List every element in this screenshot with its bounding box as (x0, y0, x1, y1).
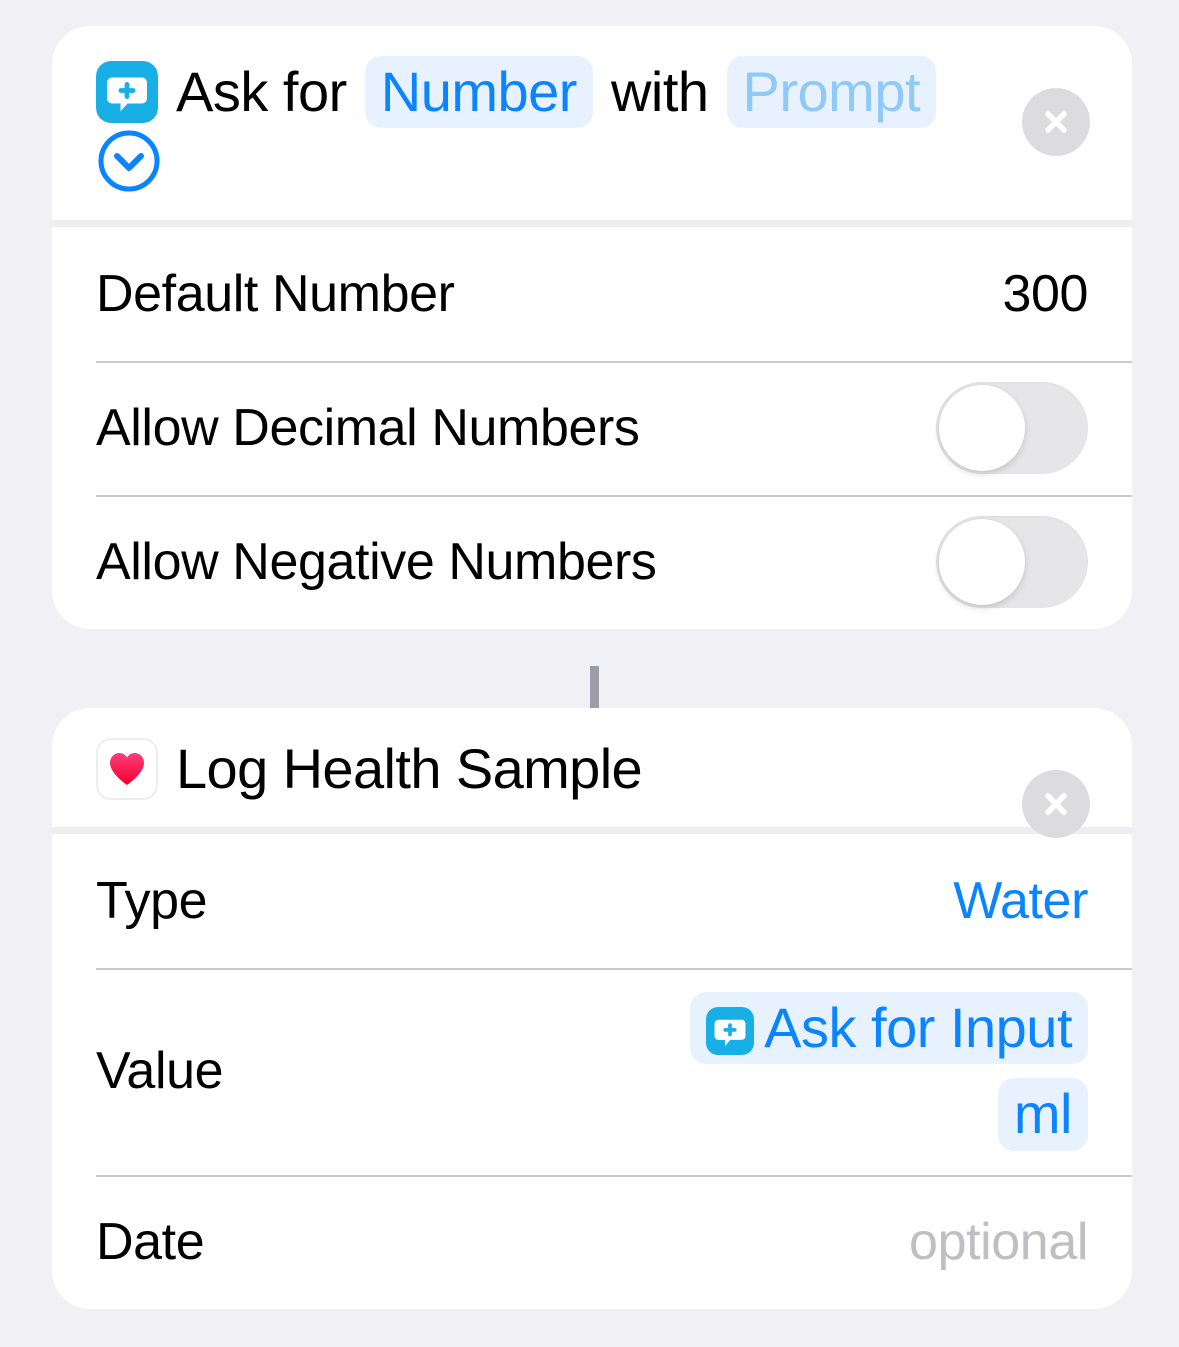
close-action-button-log-health-sample[interactable] (1022, 770, 1090, 838)
action-card-ask-for-input[interactable]: Ask for Number with Prompt Default Numbe… (52, 26, 1132, 630)
row-label-value: Value (96, 1042, 224, 1101)
row-value-default-number[interactable]: 300 (1002, 264, 1088, 324)
action-connector-line (590, 666, 599, 710)
row-date[interactable]: Date optional (52, 1174, 1132, 1309)
health-heart-icon (96, 738, 158, 801)
toggle-allow-decimal-numbers[interactable] (936, 382, 1088, 475)
token-prompt[interactable]: Prompt (726, 56, 937, 129)
row-label-default-number: Default Number (96, 265, 455, 324)
action-header-line-1: Log Health Sample (96, 737, 1092, 801)
row-label-allow-decimal-numbers: Allow Decimal Numbers (96, 399, 640, 458)
action-header-text-with: with (610, 59, 709, 123)
token-ask-for-input-label: Ask for Input (764, 995, 1072, 1059)
row-value[interactable]: Value Ask for Input ml (52, 967, 1132, 1175)
ask-for-input-icon (96, 61, 158, 124)
ask-for-input-icon (706, 1004, 755, 1055)
action-header-line-1: Ask for Number with Prompt (96, 56, 1092, 194)
toggle-knob (939, 385, 1025, 472)
action-card-log-health-sample[interactable]: Log Health Sample Type Water Value Ask f… (52, 708, 1132, 1309)
row-value-type[interactable]: Water (953, 871, 1088, 931)
token-unit-ml[interactable]: ml (997, 1078, 1088, 1151)
token-number[interactable]: Number (364, 56, 593, 129)
action-title-log-health-sample: Log Health Sample (176, 737, 643, 800)
row-default-number[interactable]: Default Number 300 (52, 227, 1132, 361)
token-unit-ml-label: ml (1013, 1082, 1073, 1146)
header-divider (52, 220, 1132, 228)
row-label-date: Date (96, 1212, 205, 1271)
action-header-ask-for-input[interactable]: Ask for Number with Prompt (52, 26, 1132, 220)
token-number-label: Number (380, 60, 578, 123)
close-icon (1045, 111, 1067, 133)
row-value-tokens: Ask for Input ml (690, 968, 1088, 1175)
row-allow-decimal-numbers[interactable]: Allow Decimal Numbers (52, 361, 1132, 495)
close-icon (1045, 793, 1067, 815)
chevron-down-circle-icon[interactable] (96, 128, 162, 194)
action-header-log-health-sample[interactable]: Log Health Sample (52, 708, 1132, 838)
action-header-text-ask-for: Ask for (176, 59, 347, 123)
row-label-allow-negative-numbers: Allow Negative Numbers (96, 533, 657, 592)
toggle-knob (939, 519, 1025, 606)
row-label-type: Type (96, 871, 208, 930)
row-allow-negative-numbers[interactable]: Allow Negative Numbers (52, 495, 1132, 629)
row-value-date[interactable]: optional (909, 1212, 1088, 1272)
toggle-allow-negative-numbers[interactable] (936, 516, 1088, 609)
header-divider (52, 826, 1132, 834)
token-prompt-label: Prompt (742, 60, 921, 123)
token-ask-for-input[interactable]: Ask for Input (690, 991, 1088, 1065)
row-type[interactable]: Type Water (52, 834, 1132, 968)
close-action-button-ask-for-input[interactable] (1022, 88, 1090, 156)
